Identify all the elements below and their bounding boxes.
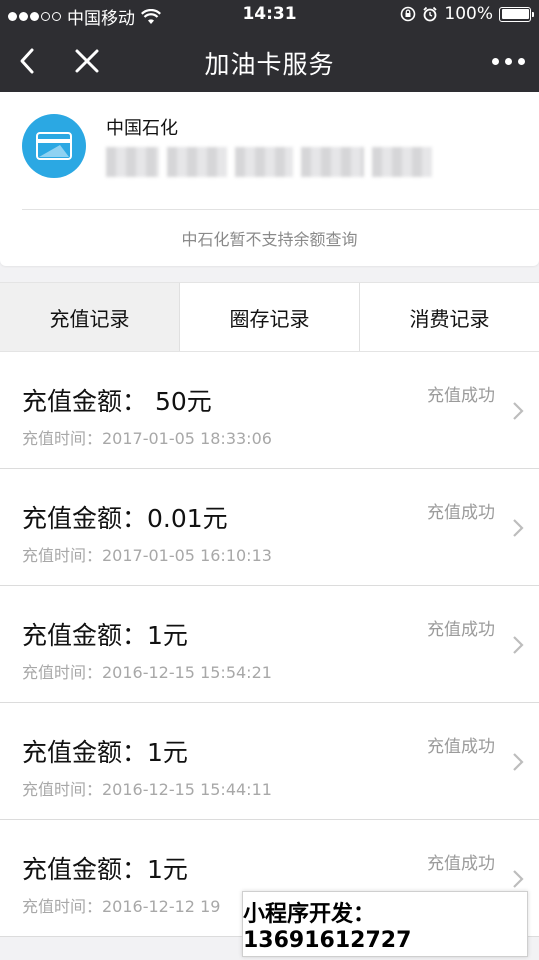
battery-percent: 100% [444, 4, 493, 24]
record-tabs: 充值记录 圈存记录 消费记录 [0, 282, 539, 352]
status-right: 100% [400, 4, 534, 24]
fuel-card-panel: 中国石化 中石化暂不支持余额查询 [0, 92, 539, 266]
tab-recharge-records[interactable]: 充值记录 [0, 283, 180, 351]
card-number-masked [106, 147, 432, 177]
battery-icon [499, 6, 534, 22]
chevron-right-icon [513, 753, 524, 771]
card-issuer-name: 中国石化 [106, 118, 178, 139]
record-amount: 充值金额：1元 [22, 855, 188, 884]
record-amount: 充值金额：1元 [22, 621, 188, 650]
alarm-icon [423, 6, 438, 22]
tab-consumption-records[interactable]: 消费记录 [360, 283, 539, 351]
record-status: 充值成功 [427, 386, 495, 406]
chevron-right-icon [513, 519, 524, 537]
record-time: 充值时间：2016-12-15 15:44:11 [22, 780, 272, 799]
list-item[interactable]: 充值金额：1元 充值时间：2016-12-15 15:44:11 充值成功 [0, 703, 539, 820]
chevron-right-icon [513, 402, 524, 420]
record-time: 充值时间：2016-12-12 19 [22, 897, 221, 916]
rotation-lock-icon [401, 6, 416, 22]
chevron-right-icon [513, 636, 524, 654]
tab-transfer-records[interactable]: 圈存记录 [180, 283, 360, 351]
record-time: 充值时间：2017-01-05 16:10:13 [22, 546, 272, 565]
nav-bar: 加油卡服务 [0, 30, 539, 92]
record-time: 充值时间：2017-01-05 18:33:06 [22, 429, 272, 448]
record-amount: 充值金额：1元 [22, 738, 188, 767]
record-status: 充值成功 [427, 737, 495, 757]
list-item[interactable]: 充值金额：0.01元 充值时间：2017-01-05 16:10:13 充值成功 [0, 469, 539, 586]
record-status: 充值成功 [427, 854, 495, 874]
list-item[interactable]: 充值金额： 50元 充值时间：2017-01-05 18:33:06 充值成功 [0, 352, 539, 469]
contact-watermark: 小程序开发：13691612727 [242, 891, 528, 957]
balance-note: 中石化暂不支持余额查询 [181, 230, 358, 249]
record-status: 充值成功 [427, 620, 495, 640]
page-title: 加油卡服务 [204, 50, 335, 79]
status-bar: 中国移动 14:31 100% [0, 0, 539, 30]
record-status: 充值成功 [427, 503, 495, 523]
more-options-icon[interactable] [492, 48, 525, 74]
record-amount: 充值金额： 50元 [22, 387, 212, 416]
chevron-right-icon [513, 870, 524, 888]
divider [22, 209, 539, 210]
recharge-record-list: 充值金额： 50元 充值时间：2017-01-05 18:33:06 充值成功 … [0, 352, 539, 937]
list-item[interactable]: 充值金额：1元 充值时间：2016-12-15 15:54:21 充值成功 [0, 586, 539, 703]
record-time: 充值时间：2016-12-15 15:54:21 [22, 663, 272, 682]
fuel-card-icon [22, 114, 86, 178]
record-amount: 充值金额：0.01元 [22, 504, 228, 533]
